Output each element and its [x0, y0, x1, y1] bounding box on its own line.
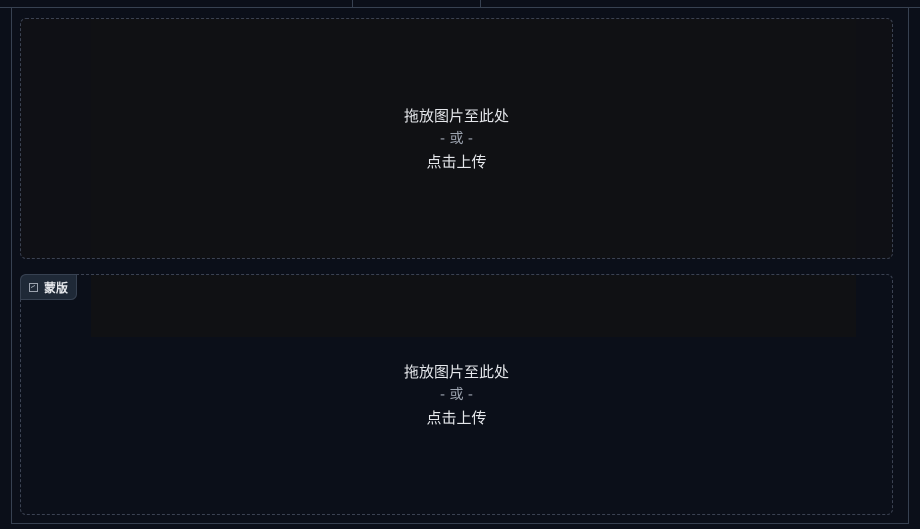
click-to-upload-text[interactable]: 点击上传 [426, 150, 486, 174]
or-separator: - 或 - [439, 386, 473, 403]
click-to-upload-text[interactable]: 点击上传 [426, 406, 486, 430]
or-separator: - 或 - [439, 130, 473, 147]
image-input-panel: 拖放图片至此处 - 或 - 点击上传 蒙版 拖放图片至此处 - 或 - 点击上传 [0, 0, 920, 529]
tab-strip [0, 0, 920, 8]
dropzone-background [91, 275, 856, 337]
mask-upload-dropzone[interactable]: 拖放图片至此处 - 或 - 点击上传 [20, 274, 893, 515]
mask-label: 蒙版 [44, 280, 69, 295]
image-icon [29, 282, 38, 292]
drop-here-text: 拖放图片至此处 [403, 362, 509, 381]
image-upload-dropzone[interactable]: 拖放图片至此处 - 或 - 点击上传 [20, 18, 893, 259]
drop-here-text: 拖放图片至此处 [403, 106, 509, 125]
dropzone-background [91, 19, 856, 258]
tab-active[interactable] [352, 0, 481, 7]
mask-label-badge: 蒙版 [20, 274, 78, 300]
